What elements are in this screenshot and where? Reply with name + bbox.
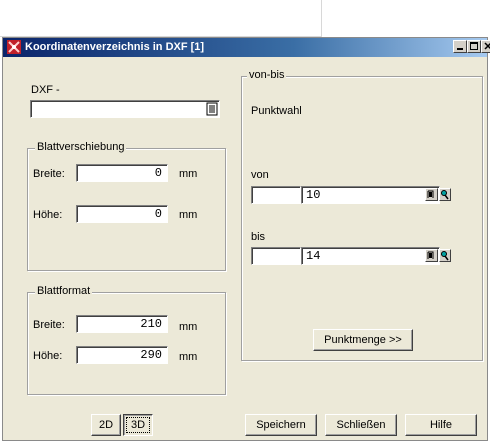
point-select-icon [427,190,434,198]
window-title: Koordinatenverzeichnis in DXF [1] [25,41,205,53]
bis-value-input[interactable]: 14 [301,247,440,265]
vonbis-frame [241,76,483,361]
browse-file-icon[interactable] [206,102,218,116]
bis-select-button[interactable] [425,249,438,262]
von-select-button[interactable] [425,188,438,201]
pick-icon [441,251,449,261]
dxf-label: DXF - [31,84,60,96]
app-icon [7,40,21,54]
minimize-button[interactable] [453,40,467,53]
close-dialog-button[interactable]: Schließen [325,414,397,436]
bis-label: bis [251,231,266,243]
verschiebung-hoehe-label: Höhe: [33,209,63,221]
verschiebung-breite-input[interactable]: 0 [76,164,168,182]
blattformat-frame [27,292,226,395]
mode-3d-button[interactable]: 3D [123,414,153,436]
format-breite-input[interactable]: 210 [76,315,168,333]
verschiebung-hoehe-unit: mm [179,209,198,221]
pick-icon [441,190,449,200]
background-panel [0,0,322,37]
verschiebung-hoehe-input[interactable]: 0 [76,205,168,223]
minimize-icon [457,48,463,50]
bis-pick-button[interactable] [439,249,451,262]
point-select-icon [427,251,434,259]
von-prefix-input[interactable] [251,186,301,204]
dialog-window: Koordinatenverzeichnis in DXF [1] DXF - … [2,37,490,441]
maximize-button[interactable] [467,40,481,53]
blattformat-legend: Blattformat [35,285,93,298]
maximize-icon [470,42,478,50]
format-breite-unit: mm [179,321,198,333]
blattverschiebung-legend: Blattverschiebung [35,141,127,154]
dxf-path-input[interactable] [30,100,220,118]
format-hoehe-input[interactable]: 290 [76,346,168,364]
close-icon [484,42,490,50]
verschiebung-breite-unit: mm [179,168,198,180]
save-button[interactable]: Speichern [245,414,317,436]
format-breite-label: Breite: [33,319,65,331]
mode-2d-button[interactable]: 2D [91,414,121,436]
von-label: von [251,169,269,181]
punktmenge-button[interactable]: Punktmenge >> [313,329,413,351]
format-hoehe-unit: mm [179,351,198,363]
bis-prefix-input[interactable] [251,247,301,265]
title-bar[interactable]: Koordinatenverzeichnis in DXF [1] [3,38,490,57]
von-pick-button[interactable] [439,188,451,201]
verschiebung-breite-label: Breite: [33,168,65,180]
von-value-input[interactable]: 10 [301,186,440,204]
format-hoehe-label: Höhe: [33,350,63,362]
punktwahl-label: Punktwahl [251,105,302,117]
help-button[interactable]: Hilfe [405,414,477,436]
close-button[interactable] [481,40,490,53]
vonbis-legend: von-bis [247,69,287,82]
